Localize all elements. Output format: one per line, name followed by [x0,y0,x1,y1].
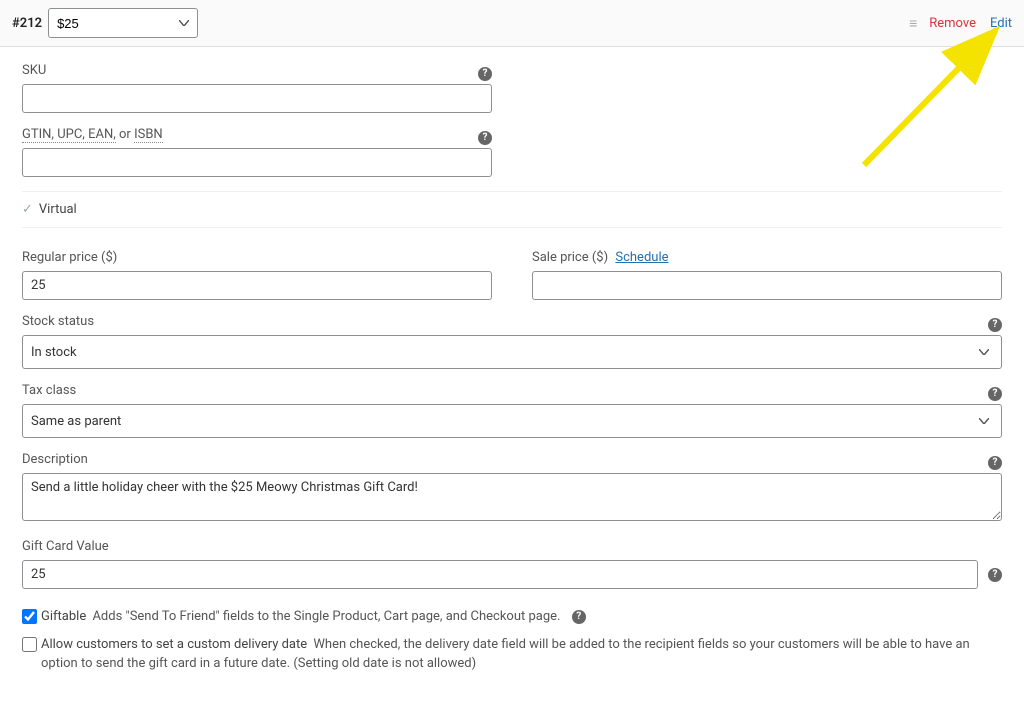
stock-status-select[interactable]: In stock [22,335,1002,369]
sku-label: SKU [22,63,46,78]
help-icon[interactable]: ? [478,131,492,145]
custom-delivery-date-label: Allow customers to set a custom delivery… [41,637,307,652]
help-icon[interactable]: ? [478,67,492,81]
gift-card-value-label: Gift Card Value [22,539,1002,554]
help-icon[interactable]: ? [988,318,1002,332]
variation-header: #212 $25 ≡ Remove Edit [0,0,1024,47]
remove-link[interactable]: Remove [929,16,976,31]
gift-card-value-input[interactable] [22,560,978,589]
regular-price-input[interactable] [22,271,492,300]
description-textarea[interactable] [22,473,1002,521]
gtin-label: GTIN, UPC, EAN, or ISBN [22,127,163,142]
gtin-input[interactable] [22,148,492,177]
stock-status-label: Stock status [22,314,94,329]
help-icon[interactable]: ? [988,568,1002,582]
giftable-label: Giftable [41,609,86,624]
schedule-link[interactable]: Schedule [615,250,668,265]
help-icon[interactable]: ? [988,456,1002,470]
help-icon[interactable]: ? [572,610,586,624]
custom-delivery-date-checkbox[interactable] [22,637,37,652]
tax-class-label: Tax class [22,383,76,398]
regular-price-label: Regular price ($) [22,250,492,265]
drag-handle-icon[interactable]: ≡ [909,15,915,32]
description-label: Description [22,452,88,467]
virtual-label[interactable]: Virtual [39,202,77,217]
help-icon[interactable]: ? [988,387,1002,401]
variation-id: #212 [12,16,42,31]
sale-price-label: Sale price ($) Schedule [532,250,1002,265]
sale-price-input[interactable] [532,271,1002,300]
giftable-desc: Adds "Send To Friend" fields to the Sing… [92,609,560,624]
virtual-checkbox-row: ✓ Virtual [22,191,1002,228]
tax-class-select[interactable]: Same as parent [22,404,1002,438]
sku-input[interactable] [22,84,492,113]
check-icon: ✓ [22,202,33,217]
giftable-checkbox[interactable] [22,609,37,624]
variation-attribute-select[interactable]: $25 [48,8,198,38]
edit-link[interactable]: Edit [990,16,1012,31]
